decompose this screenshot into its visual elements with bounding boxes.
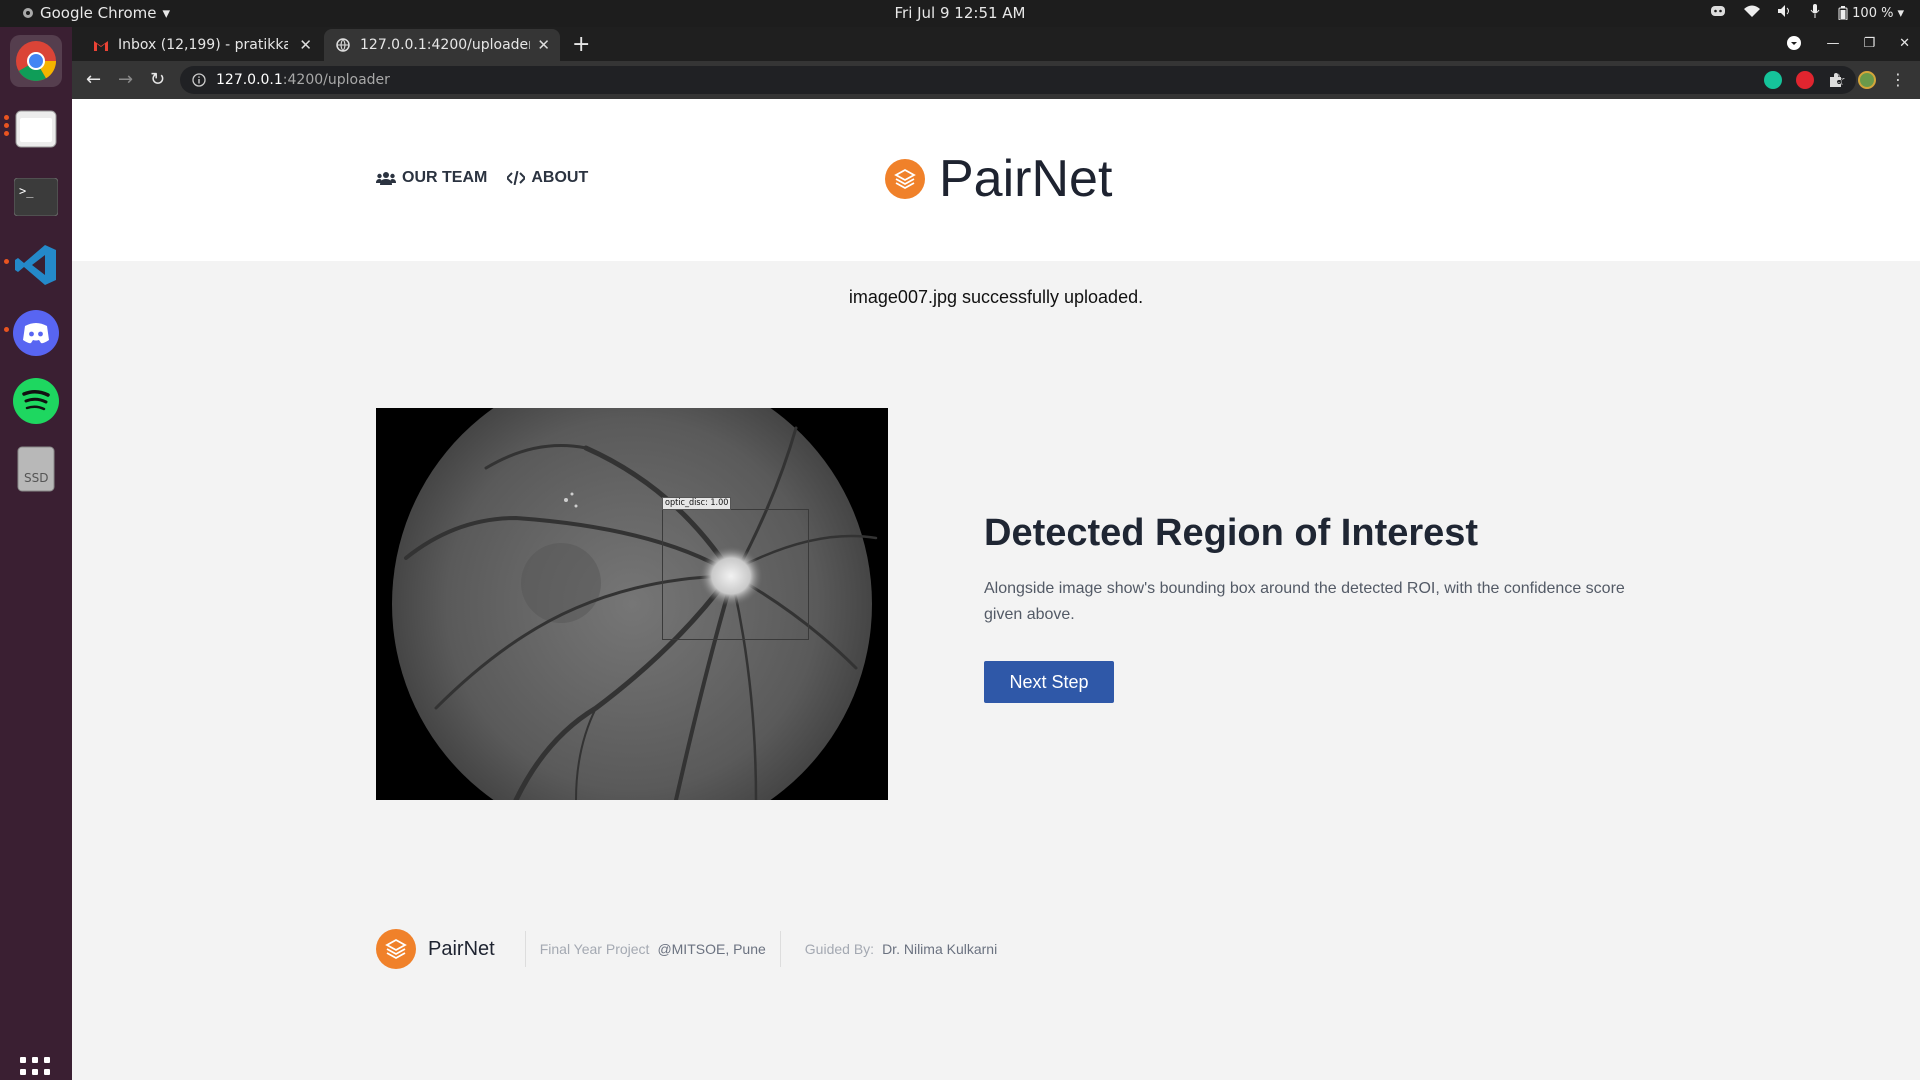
system-clock[interactable]: Fri Jul 9 12:51 AM [0, 4, 1920, 22]
tab-title: Inbox (12,199) - pratikkak [118, 37, 288, 53]
window-controls: — ❐ ✕ [1786, 35, 1910, 51]
nav-about[interactable]: ABOUT [507, 169, 588, 187]
terminal-icon: >_ [14, 178, 58, 216]
avatar[interactable] [1858, 70, 1876, 89]
dock-running-dot [4, 327, 9, 332]
url-host: 127.0.0.1 [216, 72, 283, 88]
footer-project-value: @MITSOE, Pune [657, 941, 766, 957]
restore-icon[interactable]: ❐ [1863, 36, 1875, 51]
section-description: Alongside image show's bounding box arou… [984, 580, 1625, 623]
reload-icon[interactable]: ↻ [150, 69, 165, 90]
chevron-down-icon: ▾ [1897, 5, 1904, 21]
extension-red-icon[interactable] [1796, 70, 1814, 89]
next-step-button[interactable]: Next Step [984, 661, 1114, 703]
site-nav: OUR TEAM ABOUT [376, 169, 588, 187]
dock-ssd-drive[interactable]: SSD [10, 443, 62, 495]
brand-name: PairNet [939, 150, 1113, 208]
dock-terminal[interactable]: >_ [10, 171, 62, 223]
url-path: :4200/uploader [282, 72, 390, 88]
spotify-icon [13, 378, 59, 424]
footer-divider [779, 931, 781, 967]
discord-tray-icon[interactable] [1710, 5, 1726, 21]
section-title: Detected Region of Interest [984, 512, 1479, 554]
dock-files[interactable] [10, 103, 62, 155]
back-arrow-icon[interactable]: ← [86, 69, 101, 90]
dock-spotify[interactable] [10, 375, 62, 427]
tab-title: 127.0.0.1:4200/uploader [360, 37, 530, 53]
address-bar[interactable]: 127.0.0.1:4200/uploader ☆ [180, 66, 1856, 94]
drive-icon: SSD [17, 446, 55, 492]
footer-guide-label: Guided By: [804, 941, 875, 957]
fundus-photo [376, 408, 888, 800]
roi-bounding-box [662, 509, 809, 640]
upload-status-message: image007.jpg successfully uploaded. [848, 287, 1144, 307]
info-icon[interactable] [192, 73, 206, 87]
show-applications-icon[interactable] [20, 1057, 50, 1080]
tab-uploader[interactable]: 127.0.0.1:4200/uploader ✕ [324, 29, 560, 61]
dock-vscode[interactable] [10, 239, 62, 291]
site-header: OUR TEAM ABOUT PairNet [72, 99, 1920, 261]
globe-icon [336, 38, 350, 52]
footer-brand-name: PairNet [428, 937, 495, 960]
svg-text:SSD: SSD [24, 471, 48, 485]
chrome-icon [16, 41, 56, 81]
footer-guide-value: Dr. Nilima Kulkarni [882, 941, 998, 957]
dock-running-dot [4, 123, 9, 128]
ubuntu-dock: >_ SSD [0, 27, 72, 1080]
dock-running-dot [4, 259, 9, 264]
code-icon [507, 171, 526, 185]
puzzle-extensions-icon[interactable] [1828, 72, 1844, 88]
discord-icon [13, 310, 59, 356]
tab-inbox[interactable]: Inbox (12,199) - pratikkak ✕ [82, 29, 322, 61]
retina-fundus-image: optic_disc: 1.00 [376, 408, 888, 800]
page-content: OUR TEAM ABOUT PairNet image007.jpg succ… [72, 99, 1920, 1080]
site-brand[interactable]: PairNet [885, 149, 1112, 209]
files-icon [15, 110, 57, 148]
footer-divider [524, 931, 526, 967]
nav-our-team[interactable]: OUR TEAM [376, 169, 487, 187]
close-icon[interactable]: ✕ [537, 36, 550, 54]
nav-our-team-label: OUR TEAM [402, 169, 488, 186]
footer-project-label: Final Year Project [539, 941, 650, 957]
profile-menu-icon[interactable] [1786, 35, 1802, 51]
battery-indicator[interactable]: 100 % ▾ [1838, 6, 1904, 21]
site-footer: PairNet Final Year Project @MITSOE, Pune… [376, 929, 997, 969]
close-window-icon[interactable]: ✕ [1899, 36, 1910, 51]
dock-running-dot [4, 131, 9, 136]
volume-icon[interactable] [1778, 5, 1792, 21]
layers-logo-icon [885, 159, 925, 199]
forward-arrow-icon[interactable]: → [118, 69, 133, 90]
browser-tab-strip: Inbox (12,199) - pratikkak ✕ 127.0.0.1:4… [72, 27, 1920, 61]
close-icon[interactable]: ✕ [299, 36, 312, 54]
wifi-icon[interactable] [1744, 5, 1761, 21]
nav-about-label: ABOUT [531, 169, 589, 186]
gmail-icon [94, 40, 108, 51]
dock-chrome[interactable] [10, 35, 62, 87]
battery-percent: 100 % [1852, 5, 1894, 21]
layers-logo-icon[interactable] [376, 929, 416, 969]
dock-running-dot [4, 115, 9, 120]
minimize-icon[interactable]: — [1826, 36, 1839, 51]
users-icon [376, 172, 396, 185]
roi-detection-label: optic_disc: 1.00 [662, 497, 732, 510]
microphone-icon[interactable] [1810, 4, 1820, 22]
svg-text:>_: >_ [19, 184, 34, 198]
kebab-menu-icon[interactable]: ⋮ [1890, 70, 1906, 89]
extensions-bar: ⋮ [1764, 70, 1906, 89]
os-top-bar: Google Chrome ▾ Fri Jul 9 12:51 AM 100 %… [0, 0, 1920, 27]
vscode-icon [15, 245, 56, 285]
grammarly-icon[interactable] [1764, 70, 1782, 89]
browser-toolbar: ← → ↻ 127.0.0.1:4200/uploader ☆ ⋮ [72, 61, 1920, 99]
new-tab-button[interactable]: + [572, 32, 590, 57]
battery-icon [1838, 6, 1848, 20]
system-tray[interactable]: 100 % ▾ [1710, 4, 1904, 22]
dock-discord[interactable] [10, 307, 62, 359]
